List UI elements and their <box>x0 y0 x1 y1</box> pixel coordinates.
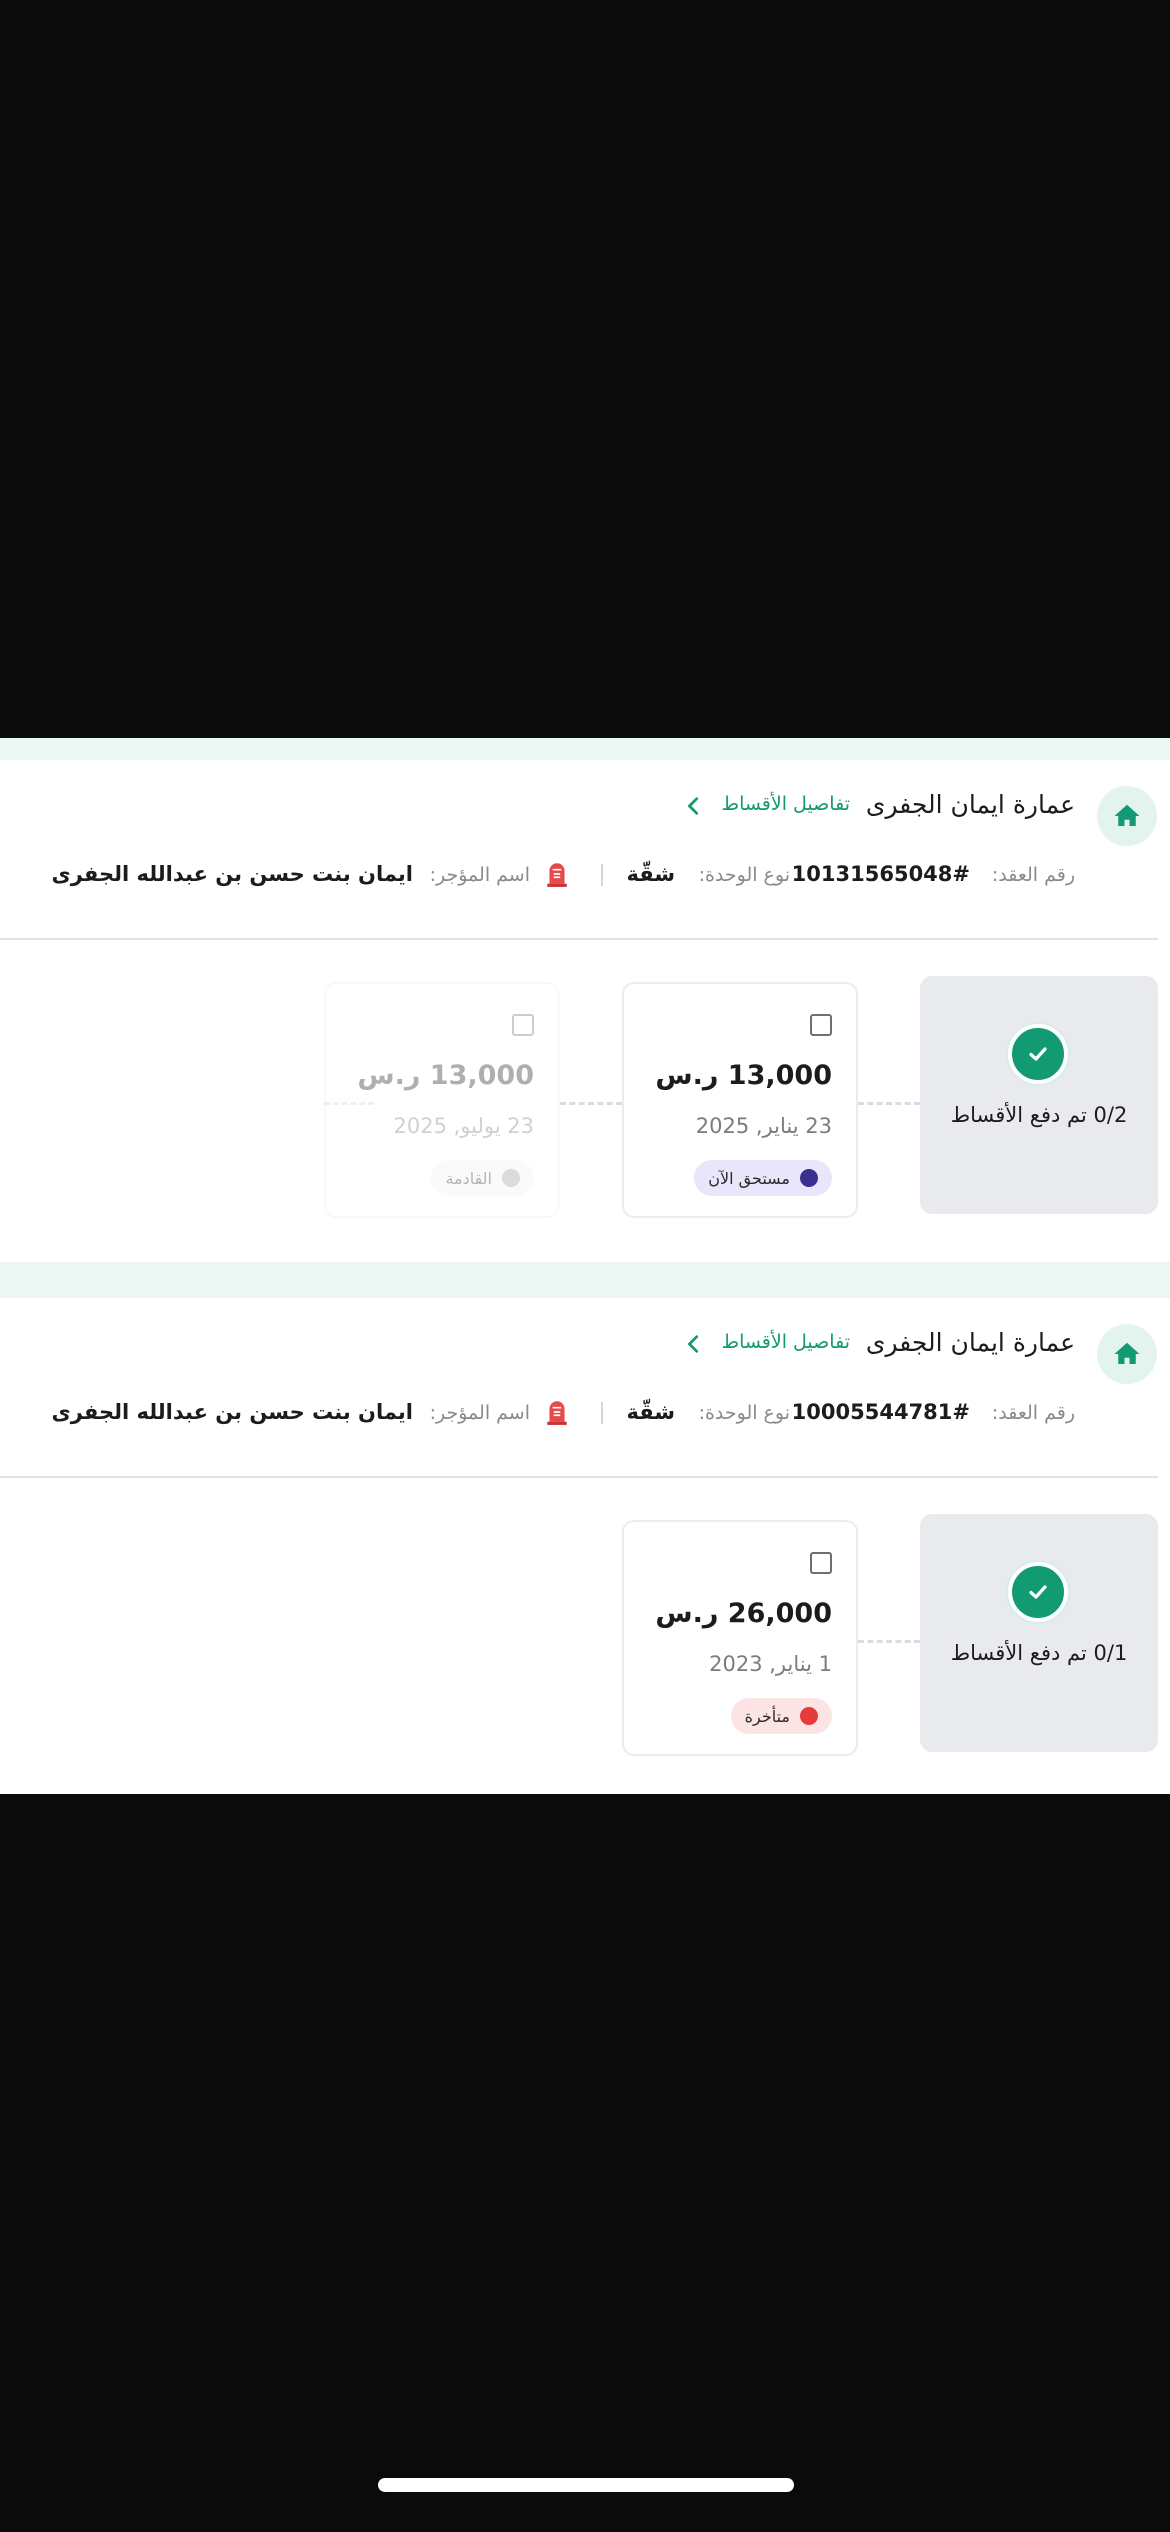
chevron-left-icon[interactable] <box>683 795 705 817</box>
unit-type-value: شقّة <box>626 1400 675 1424</box>
installment-amount: 26,000 ر.س <box>655 1598 832 1629</box>
unit-type-label: نوع الوحدة: <box>698 864 790 886</box>
card-divider <box>0 1476 1158 1478</box>
status-badge: القادمة <box>431 1160 534 1196</box>
property-title: عمارة ايمان الجفرى <box>865 1328 1075 1357</box>
installment-card[interactable]: 13,000 ر.س 23 يوليو, 2025 القادمة <box>324 982 560 1218</box>
check-circle-icon <box>1008 1024 1068 1084</box>
installment-card[interactable]: 26,000 ر.س 1 يناير, 2023 متأخرة <box>622 1520 858 1756</box>
check-circle-icon <box>1008 1562 1068 1622</box>
payment-summary: 0/2 تم دفع الأقساط <box>920 976 1158 1214</box>
contract-card: عمارة ايمان الجفرى تفاصيل الأقساط رقم ال… <box>0 760 1170 1262</box>
lessor-icon <box>547 863 567 887</box>
installment-amount: 13,000 ر.س <box>357 1060 534 1091</box>
chevron-left-icon[interactable] <box>683 1333 705 1355</box>
home-indicator[interactable] <box>378 2478 794 2492</box>
status-dot <box>502 1169 520 1187</box>
installment-details-link[interactable]: تفاصيل الأقساط <box>722 1331 851 1353</box>
lessor-name-value: ايمان بنت حسن بن عبدالله الجفرى <box>51 862 413 886</box>
timeline-connector <box>858 1640 920 1643</box>
contract-number-value: 10005544781# <box>791 1400 970 1424</box>
home-icon <box>1097 786 1157 846</box>
paid-count: 0/1 تم دفع الأقساط <box>950 1641 1128 1665</box>
installment-amount: 13,000 ر.س <box>655 1060 832 1091</box>
lessor-name-label: اسم المؤجر: <box>429 1402 530 1424</box>
status-dot <box>800 1707 818 1725</box>
installment-checkbox[interactable] <box>512 1014 534 1036</box>
installment-card[interactable]: 13,000 ر.س 23 يناير, 2025 مستحق الآن <box>622 982 858 1218</box>
contract-number-label: رقم العقد: <box>991 1402 1075 1424</box>
timeline-connector <box>560 1102 622 1105</box>
section-band <box>0 738 1170 760</box>
meta-separator <box>601 864 603 886</box>
property-title: عمارة ايمان الجفرى <box>865 790 1075 819</box>
status-label: متأخرة <box>744 1706 790 1726</box>
home-icon <box>1097 1324 1157 1384</box>
installment-checkbox[interactable] <box>810 1552 832 1574</box>
meta-separator <box>601 1402 603 1424</box>
contract-card: عمارة ايمان الجفرى تفاصيل الأقساط رقم ال… <box>0 1298 1170 1794</box>
unit-type-label: نوع الوحدة: <box>698 1402 790 1424</box>
contract-number-value: 10131565048# <box>791 862 970 886</box>
status-label: مستحق الآن <box>708 1168 790 1188</box>
paid-count: 0/2 تم دفع الأقساط <box>950 1103 1128 1127</box>
section-band <box>0 1262 1170 1298</box>
installment-date: 23 يوليو, 2025 <box>393 1114 535 1138</box>
lessor-icon <box>547 1401 567 1425</box>
payment-summary: 0/1 تم دفع الأقساط <box>920 1514 1158 1752</box>
unit-type-value: شقّة <box>626 862 675 886</box>
lessor-name-value: ايمان بنت حسن بن عبدالله الجفرى <box>51 1400 413 1424</box>
contract-number-label: رقم العقد: <box>991 864 1075 886</box>
status-dot <box>800 1169 818 1187</box>
card-divider <box>0 938 1158 940</box>
status-badge: مستحق الآن <box>694 1160 832 1196</box>
installment-date: 23 يناير, 2025 <box>695 1114 832 1138</box>
status-badge: متأخرة <box>730 1698 832 1734</box>
timeline-connector <box>858 1102 920 1105</box>
installment-details-link[interactable]: تفاصيل الأقساط <box>722 793 851 815</box>
installment-date: 1 يناير, 2023 <box>709 1652 832 1676</box>
lessor-name-label: اسم المؤجر: <box>429 864 530 886</box>
installment-checkbox[interactable] <box>810 1014 832 1036</box>
status-label: القادمة <box>445 1168 492 1188</box>
